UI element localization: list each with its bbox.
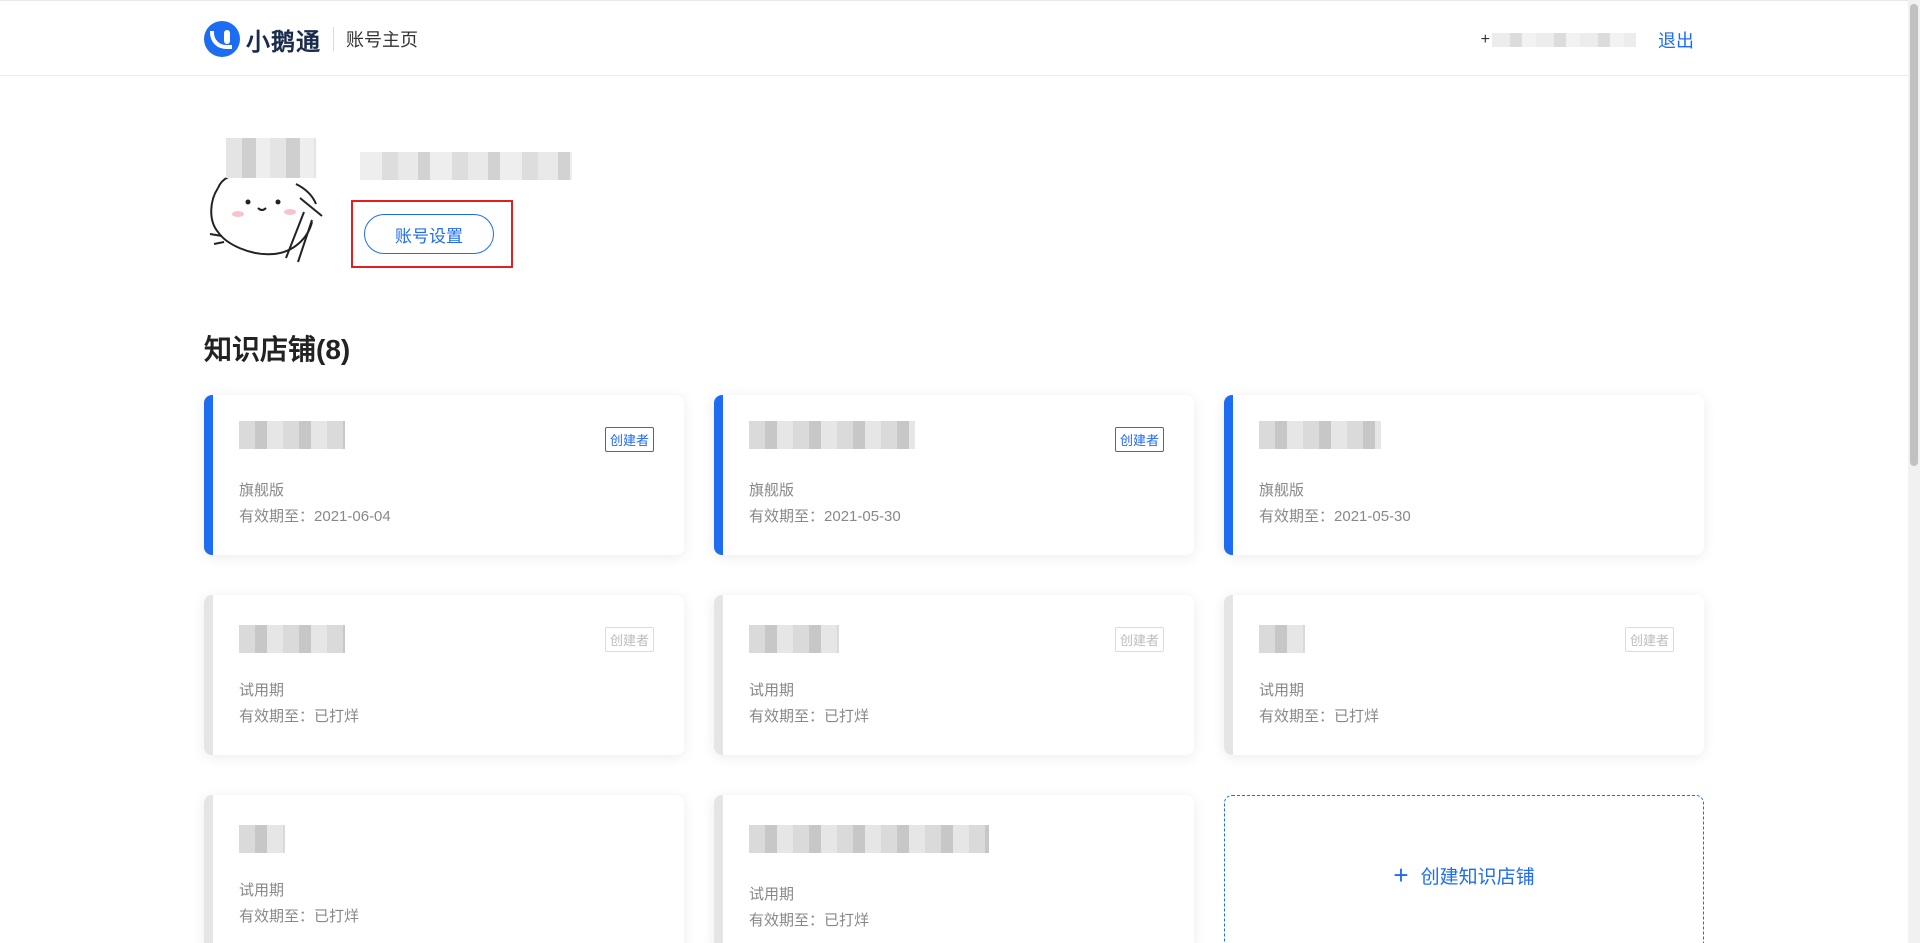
create-store-button[interactable]: + 创建知识店铺 [1393,862,1534,889]
expiry-value: 2021-05-30 [1334,508,1411,525]
store-card-accent [204,595,213,755]
store-card[interactable]: 创建者 试用期 有效期至：已打烊 [714,595,1194,755]
expiry-label: 有效期至： [239,708,315,725]
store-plan: 旗舰版 [1259,482,1305,499]
avatar-blurred-region [226,138,316,178]
logout-link[interactable]: 退出 [1658,27,1694,53]
store-card-accent [1224,395,1233,555]
store-expiry: 有效期至：已打烊 [749,909,869,930]
user-phone: + [1481,31,1636,49]
store-card-accent [204,395,213,555]
store-name-blurred [239,421,345,449]
expiry-label: 有效期至： [1259,508,1335,525]
expiry-label: 有效期至： [1259,708,1335,725]
expiry-label: 有效期至： [749,708,825,725]
store-card[interactable]: 旗舰版 有效期至：2021-05-30 [1224,395,1704,555]
expiry-value: 已打烊 [824,708,870,725]
store-card-accent [1224,595,1233,755]
store-card[interactable]: 创建者 旗舰版 有效期至：2021-06-04 [204,395,684,555]
expiry-label: 有效期至： [239,508,315,525]
store-card-accent [714,595,723,755]
scrollbar-thumb[interactable] [1910,4,1918,466]
store-name-blurred [1259,625,1305,653]
expiry-label: 有效期至： [749,508,825,525]
store-plan: 试用期 [1259,682,1305,699]
expiry-value: 2021-05-30 [824,508,901,525]
store-name-blurred [749,825,989,853]
store-expiry: 有效期至：已打烊 [749,705,869,726]
store-expiry: 有效期至：已打烊 [239,905,359,926]
expiry-value: 2021-06-04 [314,508,391,525]
account-home-page: 小鹅通 账号主页 + 退出 账号设置 知识店铺(8) 创建者 旗舰版 有效期至：… [0,0,1920,943]
store-card[interactable]: 试用期 有效期至：已打烊 [204,795,684,943]
creator-badge: 创建者 [604,627,654,652]
store-plan: 旗舰版 [749,482,795,499]
stores-section-title: 知识店铺(8) [204,334,351,365]
store-card[interactable]: 创建者 试用期 有效期至：已打烊 [1224,595,1704,755]
logo-divider [333,27,334,51]
store-card[interactable]: 创建者 试用期 有效期至：已打烊 [204,595,684,755]
store-plan: 试用期 [749,886,795,903]
store-card-accent [714,795,723,943]
store-name-blurred [239,625,345,653]
store-card-accent [714,395,723,555]
create-store-label: 创建知识店铺 [1420,866,1535,888]
username-blurred [360,152,572,180]
logo[interactable]: 小鹅通 账号主页 [204,21,418,57]
creator-badge: 创建者 [1114,627,1164,652]
creator-badge: 创建者 [1114,427,1164,452]
store-name-blurred [749,421,915,449]
expiry-value: 已打烊 [314,908,360,925]
logo-icon [204,21,240,57]
creator-badge: 创建者 [604,427,654,452]
store-name-blurred [749,625,839,653]
expiry-value: 已打烊 [1334,708,1380,725]
store-expiry: 有效期至：2021-06-04 [239,505,391,526]
account-settings-button[interactable]: 账号设置 [364,214,494,254]
page-title: 账号主页 [346,30,418,50]
phone-prefix: + [1480,31,1490,48]
store-card[interactable]: 试用期 有效期至：已打烊 [714,795,1194,943]
store-expiry: 有效期至：已打烊 [1259,705,1379,726]
page-scrollbar[interactable] [1908,0,1920,943]
store-expiry: 有效期至：2021-05-30 [749,505,901,526]
phone-blurred [1492,33,1636,47]
avatar [204,138,344,266]
expiry-value: 已打烊 [314,708,360,725]
header-user-area: + 退出 [1481,27,1694,53]
creator-badge: 创建者 [1624,627,1674,652]
store-name-blurred [1259,421,1381,449]
store-plan: 旗舰版 [239,482,285,499]
top-header: 小鹅通 账号主页 + 退出 [0,0,1908,76]
expiry-value: 已打烊 [824,912,870,929]
store-expiry: 有效期至：已打烊 [239,705,359,726]
store-plan: 试用期 [749,682,795,699]
expiry-label: 有效期至： [749,912,825,929]
plus-icon: + [1393,860,1409,890]
logo-text: 小鹅通 [246,28,321,56]
store-card-accent [204,795,213,943]
store-name-blurred [239,825,285,853]
store-plan: 试用期 [239,882,285,899]
create-store-card[interactable]: + 创建知识店铺 [1224,795,1704,943]
store-expiry: 有效期至：2021-05-30 [1259,505,1411,526]
store-card[interactable]: 创建者 旗舰版 有效期至：2021-05-30 [714,395,1194,555]
expiry-label: 有效期至： [239,908,315,925]
store-plan: 试用期 [239,682,285,699]
